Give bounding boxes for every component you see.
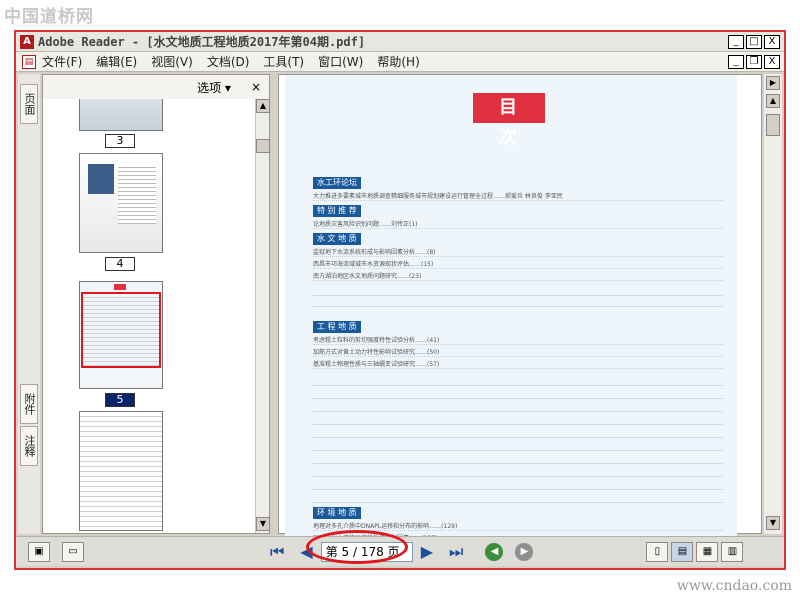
menu-edit[interactable]: 编辑(E)	[96, 53, 137, 70]
thumbnail-label-3: 3	[105, 134, 135, 148]
section-header: 工 程 地 质	[313, 321, 361, 333]
thumbnail-page-5[interactable]	[79, 281, 163, 389]
options-menu[interactable]: 选项 ▾	[197, 79, 231, 96]
document-page: 目 次 水工环论坛 大力推进多要素城市地质调查精细服务城市规划建设运行管理全过程…	[285, 75, 737, 545]
toc-filler-lines	[313, 285, 723, 315]
continuous-facing-icon[interactable]: ▥	[721, 541, 744, 562]
first-page-button[interactable]: ⏮	[270, 542, 284, 562]
minimize-button[interactable]: _	[728, 35, 744, 49]
toc-entry: 加筋方式对黄土动力特性影响试验研究……(50)	[313, 347, 723, 357]
section-header: 环 境 地 质	[313, 507, 361, 519]
navigation-tabs: 页面 附件 注释	[18, 74, 40, 534]
menu-file[interactable]: 文件(F)	[42, 53, 82, 70]
toc-entry: 基准粗土物理性质与三轴蠕变试验研究……(57)	[313, 359, 723, 369]
scroll-up-button[interactable]: ▲	[766, 94, 780, 108]
menu-help[interactable]: 帮助(H)	[377, 53, 419, 70]
toc-entry: 考虑粗土粒料的剪切强度特性试验分析……(41)	[313, 335, 723, 345]
section-header: 水工环论坛	[313, 177, 361, 189]
doc-window-controls: _ ❐ X	[728, 55, 780, 69]
tab-pages[interactable]: 页面	[20, 84, 38, 124]
thumbnail-list: 3 4 5	[43, 99, 255, 533]
bookmark-icon[interactable]: ▭	[62, 541, 84, 562]
document-viewer: 目 次 水工环论坛 大力推进多要素城市地质调查精细服务城市规划建设运行管理全过程…	[278, 74, 762, 545]
doc-restore-button[interactable]: ❐	[746, 55, 762, 69]
toc-title: 目 次	[473, 93, 545, 148]
title-bar: A Adobe Reader - [水文地质工程地质2017年第04期.pdf]…	[16, 32, 784, 52]
section-header: 特 别 推 荐	[313, 205, 361, 217]
thumbnail-title-block	[114, 284, 126, 290]
page-display-icon[interactable]: ▣	[28, 541, 50, 562]
facing-icon[interactable]: ▦	[696, 541, 719, 562]
toc-filler-lines	[313, 373, 723, 503]
toc-entry: 地理对多孔介质中DNAPL运移和分布的影响……(129)	[313, 521, 723, 531]
tab-comments[interactable]: 注释	[20, 426, 38, 466]
scroll-up-button[interactable]: ▶	[766, 76, 780, 90]
close-panel-icon[interactable]: ×	[251, 80, 261, 94]
thumbnail-text	[118, 164, 156, 224]
thumbnail-page-4[interactable]	[79, 153, 163, 253]
toc-entry: 大力推进多要素城市地质调查精细服务城市规划建设运行管理全过程……郝爱兵 林良俊 …	[313, 191, 723, 201]
menu-document[interactable]: 文档(D)	[207, 53, 250, 70]
thumbnail-label-4: 4	[105, 257, 135, 271]
thumbnail-scrollbar[interactable]: ▲ ▼	[255, 99, 270, 533]
pdf-doc-icon: ▤	[22, 54, 36, 69]
viewer-scrollbar[interactable]: ▶ ▲ ▼	[764, 74, 782, 534]
next-page-button[interactable]: ▶	[421, 542, 433, 561]
toc-entry: 论地质灾害风险识别问题……刘传正(1)	[313, 219, 723, 229]
menu-window[interactable]: 窗口(W)	[318, 53, 363, 70]
toc-entry: 南方湖泊地区水文地质问题研究……(23)	[313, 271, 723, 281]
doc-close-button[interactable]: X	[764, 55, 780, 69]
window-title: Adobe Reader - [水文地质工程地质2017年第04期.pdf]	[38, 35, 366, 49]
window-controls: _ □ X	[728, 35, 780, 49]
adobe-reader-icon: A	[20, 34, 34, 49]
menu-bar: ▤ 文件(F) 编辑(E) 视图(V) 文档(D) 工具(T) 窗口(W) 帮助…	[16, 52, 784, 72]
toc-entry: 监狱地下水流系统形成与影响因素分析……(8)	[313, 247, 723, 257]
scroll-thumb[interactable]	[256, 139, 270, 153]
forward-view-button[interactable]: ▶	[515, 542, 534, 561]
thumbnail-page-6[interactable]	[79, 411, 163, 531]
thumbnail-panel: 选项 ▾ × 3 4 5 ▲ ▼	[42, 74, 270, 534]
watermark-bottom: www.cndao.com	[676, 578, 792, 594]
scroll-down-button[interactable]: ▼	[256, 517, 270, 531]
scroll-down-button[interactable]: ▼	[766, 516, 780, 530]
scroll-thumb[interactable]	[766, 114, 780, 136]
close-button[interactable]: X	[764, 35, 780, 49]
thumbnail-image	[88, 164, 114, 194]
section-header: 水 文 地 质	[313, 233, 361, 245]
thumbnail-header: 选项 ▾ ×	[43, 75, 269, 99]
scroll-up-button[interactable]: ▲	[256, 99, 270, 113]
single-page-icon[interactable]: ▯	[646, 541, 669, 562]
last-page-button[interactable]: ⏭	[449, 542, 463, 562]
highlight-circle	[306, 530, 408, 564]
tab-attachments[interactable]: 附件	[20, 384, 38, 424]
continuous-icon[interactable]: ▤	[671, 541, 694, 562]
menu-tools[interactable]: 工具(T)	[263, 53, 304, 70]
thumbnail-page-3[interactable]	[79, 99, 163, 131]
thumbnail-label-5: 5	[105, 393, 135, 407]
menu-view[interactable]: 视图(V)	[151, 53, 193, 70]
thumbnail-visible-region[interactable]	[81, 292, 161, 368]
toc-entry: 西昌市邛海流域城市水资源现状评估……(15)	[313, 259, 723, 269]
watermark-top: 中国道桥网	[4, 7, 94, 27]
reader-window: A Adobe Reader - [水文地质工程地质2017年第04期.pdf]…	[14, 30, 786, 570]
back-view-button[interactable]: ◀	[485, 542, 504, 561]
maximize-button[interactable]: □	[746, 35, 762, 49]
doc-minimize-button[interactable]: _	[728, 55, 744, 69]
